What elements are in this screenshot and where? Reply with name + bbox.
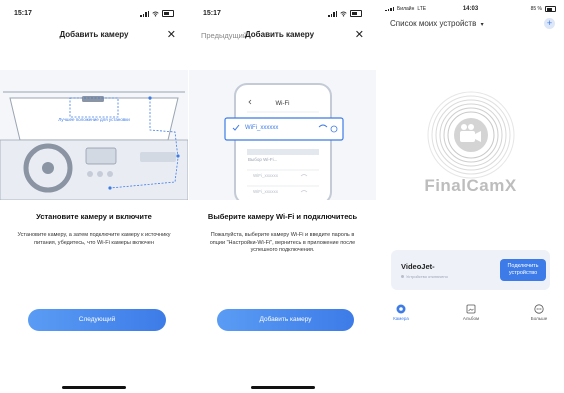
add-camera-button[interactable]: Добавить камеру xyxy=(217,309,354,331)
network-item: WiFi_xxxxxx xyxy=(253,173,278,178)
signal-icon xyxy=(328,10,337,17)
add-camera-step1-screen: 15:17 Добавить камеру ✕ Лучшее положение… xyxy=(0,0,188,393)
battery-icon xyxy=(350,10,362,17)
status-dot-icon xyxy=(401,275,404,278)
brand-logo-rings xyxy=(427,91,515,179)
next-button[interactable]: Следующий xyxy=(28,309,166,331)
choose-wifi-label: Выбор Wi-Fi... xyxy=(248,157,278,162)
status-bar: 15:17 xyxy=(189,10,376,20)
tab-label: Альбом xyxy=(462,316,480,321)
close-icon[interactable]: ✕ xyxy=(355,28,364,41)
device-list-screen: Билайн LTE 14:03 85 % Список моих устрой… xyxy=(377,0,564,393)
home-indicator xyxy=(62,386,126,389)
bottom-tab-bar: Камера Альбом Больше xyxy=(377,304,564,330)
tab-album[interactable]: Альбом xyxy=(451,304,491,321)
brand-name: FinalCamX xyxy=(424,176,517,195)
step-title: Выберите камеру Wi-Fi и подключитесь xyxy=(207,212,358,221)
step-description: Пожалуйста, выберите камеру Wi-Fi и введ… xyxy=(209,232,356,253)
devices-dropdown[interactable]: Список моих устройств ▾ xyxy=(390,19,484,28)
devices-title: Список моих устройств xyxy=(390,19,477,28)
home-indicator xyxy=(251,386,315,389)
album-tab-icon xyxy=(466,304,476,314)
step-title: Установите камеру и включите xyxy=(36,212,152,221)
connect-device-button[interactable]: Подключить устройство xyxy=(500,259,546,281)
phone-wifi-illustration xyxy=(189,70,376,200)
close-icon[interactable]: ✕ xyxy=(167,28,176,41)
device-status: Устройство отключено xyxy=(401,274,448,279)
previous-button[interactable]: Предыдущий xyxy=(201,31,247,40)
status-bar: Билайн LTE 14:03 85 % xyxy=(377,6,564,16)
status-icons xyxy=(140,10,174,17)
add-device-icon[interactable]: + xyxy=(544,18,555,29)
status-time: 15:17 xyxy=(203,10,221,17)
page-title: Добавить камеру xyxy=(59,30,129,39)
camera-tab-icon xyxy=(396,304,406,314)
battery-icon xyxy=(545,6,556,12)
network-item: WiFi_xxxxxx xyxy=(253,189,278,194)
tab-label: Больше xyxy=(530,316,548,321)
wifi-icon xyxy=(340,10,347,17)
phone-wifi-title: Wi-Fi xyxy=(275,101,290,107)
status-time: 15:17 xyxy=(14,10,32,17)
best-position-label: Лучшее положение для установки xyxy=(58,117,130,122)
car-dashboard-illustration xyxy=(0,70,188,200)
selected-network: WiFi_xxxxxx xyxy=(245,125,279,131)
tab-camera[interactable]: Камера xyxy=(381,304,421,321)
battery-percent: 85 % xyxy=(530,6,542,12)
chevron-down-icon: ▾ xyxy=(480,22,484,28)
battery-icon xyxy=(162,10,174,17)
device-status-text: Устройство отключено xyxy=(406,274,448,279)
wifi-icon xyxy=(152,10,159,17)
status-icons xyxy=(328,10,362,17)
tab-more[interactable]: Больше xyxy=(519,304,559,321)
signal-icon xyxy=(140,10,149,17)
device-card[interactable]: VideoJet- Устройство отключено Подключит… xyxy=(391,250,550,290)
battery-info: 85 % xyxy=(531,6,556,12)
device-name: VideoJet- xyxy=(401,262,435,271)
add-camera-step2-screen: 15:17 Предыдущий Добавить камеру ✕ Wi-Fi… xyxy=(189,0,376,393)
more-tab-icon xyxy=(534,304,544,314)
step-description: Установите камеру, а затем подключите ка… xyxy=(17,232,171,246)
tab-label: Камера xyxy=(393,316,409,321)
status-bar: 15:17 xyxy=(0,10,188,20)
